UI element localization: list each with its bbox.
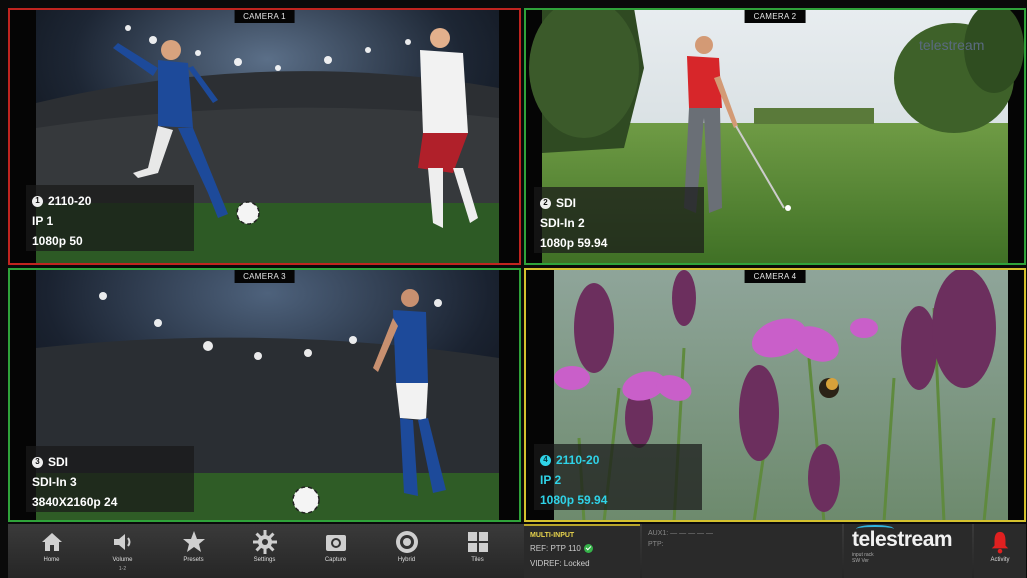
volume-channel: 1-2	[118, 566, 127, 572]
camera-4-input: IP 2	[540, 473, 562, 487]
camera-2-tile[interactable]: telestream CAMERA 2 2 SDI SDI-In 2 1080p …	[524, 8, 1026, 265]
home-button[interactable]: Home	[16, 524, 87, 578]
volume-label: Volume	[112, 557, 133, 563]
camera-3-label: CAMERA 3	[234, 270, 295, 283]
activity-button[interactable]: Activity	[974, 524, 1026, 578]
speaker-icon	[113, 534, 130, 550]
camera-4-tile[interactable]: CAMERA 4 4 2110-20 IP 2 1080p 59.94	[524, 268, 1026, 522]
settings-button[interactable]: Settings	[229, 524, 300, 578]
tiles-label: Tiles	[471, 557, 484, 563]
camera-1-tile[interactable]: CAMERA 1 1 2110-20 IP 1 1080p 50	[8, 8, 521, 265]
hybrid-button[interactable]: Hybrid	[371, 524, 442, 578]
camera-1-format: 2110-20	[48, 194, 92, 208]
input-number-badge: 2	[540, 197, 551, 209]
input-number-badge: 4	[540, 454, 551, 466]
aux-status: AUX1: — — — — — PTP:	[642, 524, 842, 578]
settings-label: Settings	[253, 557, 276, 563]
vidref-status: VIDREF: Locked	[530, 559, 590, 568]
camera-4-format: 2110-20	[556, 453, 600, 467]
star-icon	[182, 531, 205, 552]
camera-1-info: 1 2110-20 IP 1 1080p 50	[26, 185, 194, 251]
activity-label: Activity	[990, 557, 1010, 563]
bell-icon	[991, 531, 1009, 554]
ref-status: REF: PTP 110	[530, 544, 581, 553]
camera-4-label: CAMERA 4	[744, 270, 806, 283]
camera-2-input: SDI-In 2	[540, 216, 585, 230]
camera-1-input: IP 1	[32, 214, 54, 228]
camera-2-resolution: 1080p 59.94	[540, 236, 608, 250]
software-version: SW Ver	[852, 558, 869, 564]
camera-2-label: CAMERA 2	[744, 10, 806, 23]
capture-label: Capture	[324, 557, 347, 563]
camera-3-format: SDI	[48, 455, 69, 469]
video-grid: CAMERA 1 1 2110-20 IP 1 1080p 50 telestr…	[8, 8, 1026, 522]
camera-1-resolution: 1080p 50	[32, 234, 83, 248]
tiles-button[interactable]: Tiles	[442, 524, 513, 578]
volume-button[interactable]: Volume 1-2	[87, 524, 158, 578]
capture-button[interactable]: Capture	[300, 524, 371, 578]
camera-3-input: SDI-In 3	[32, 475, 77, 489]
camera-4-info: 4 2110-20 IP 2 1080p 59.94	[534, 444, 702, 510]
camera-3-resolution: 3840X2160p 24	[32, 495, 118, 509]
check-icon	[583, 544, 593, 554]
camera-1-label: CAMERA 1	[234, 10, 295, 23]
camera-3-tile[interactable]: CAMERA 3 3 SDI SDI-In 3 3840X2160p 24	[8, 268, 521, 522]
telestream-logo: telestream	[852, 525, 964, 552]
gear-icon	[252, 530, 277, 554]
input-number-badge: 3	[32, 456, 43, 468]
input-number-badge: 1	[32, 195, 43, 207]
camera-3-info: 3 SDI SDI-In 3 3840X2160p 24	[26, 446, 194, 512]
tiles-icon	[467, 532, 488, 552]
target-icon	[395, 531, 418, 553]
bottom-toolbar: Home Volume 1-2 Presets Settings Capture…	[8, 524, 1026, 578]
camera-2-info: 2 SDI SDI-In 2 1080p 59.94	[534, 187, 704, 253]
presets-label: Presets	[183, 557, 204, 563]
home-label: Home	[43, 557, 60, 563]
multi-input-status: MULTI-INPUT REF: PTP 110 VIDREF: Locked	[524, 524, 640, 578]
camera-2-watermark: telestream	[919, 37, 984, 53]
status-title: MULTI-INPUT	[530, 532, 575, 539]
brand-panel: telestream input rack SW Ver	[844, 524, 972, 578]
hybrid-label: Hybrid	[397, 557, 416, 563]
ptp-line: PTP:	[648, 541, 664, 548]
camera-2-format: SDI	[556, 196, 577, 210]
camera-icon	[325, 535, 346, 551]
presets-button[interactable]: Presets	[158, 524, 229, 578]
camera-4-resolution: 1080p 59.94	[540, 493, 608, 507]
home-icon	[41, 533, 62, 551]
aux-line: AUX1: — — — — —	[648, 530, 713, 537]
